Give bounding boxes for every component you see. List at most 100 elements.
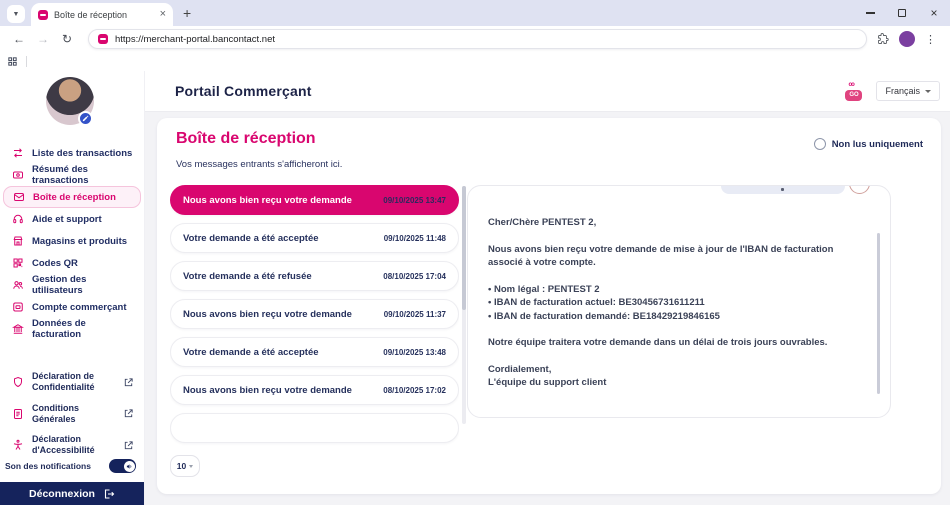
back-icon[interactable]: ←: [8, 32, 30, 46]
list-item[interactable]: Nous avons bien reçu votre demande 09/10…: [170, 299, 459, 329]
edit-avatar-icon[interactable]: [78, 111, 93, 126]
list-item[interactable]: Votre demande a été acceptée 09/10/2025 …: [170, 223, 459, 253]
sidebar-item-label: Aide et support: [32, 214, 102, 225]
users-icon: [12, 279, 24, 291]
message-title: Votre demande a été refusée: [183, 271, 312, 282]
sidebar-item-label: Liste des transactions: [32, 148, 132, 159]
sidebar-nav: Liste des transactions Résumé des transa…: [0, 142, 144, 340]
notification-sound-row: Son des notifications: [0, 459, 144, 473]
message-paragraph: Notre équipe traitera votre demande dans…: [488, 336, 856, 350]
list-item-partial[interactable]: [170, 413, 459, 443]
detail-action-pill[interactable]: [721, 185, 845, 194]
privacy-declaration-link[interactable]: Déclaration de Confidentialité: [0, 371, 144, 394]
browser-chrome: ▼ Boîte de réception × + × ← → ↻ https:/…: [0, 0, 950, 71]
close-button[interactable]: ×: [918, 0, 950, 26]
sidebar-item-label: Gestion des utilisateurs: [32, 274, 136, 296]
sidebar-footer: Déclaration de Confidentialité Condition…: [0, 371, 144, 466]
chevron-down-icon: [189, 465, 193, 468]
radio-icon[interactable]: [814, 138, 826, 150]
message-date: 08/10/2025 17:04: [383, 272, 446, 281]
bank-icon: [12, 323, 24, 335]
banknote-icon: [12, 169, 24, 181]
minimize-button[interactable]: [854, 0, 886, 26]
extensions-icon[interactable]: [877, 33, 889, 45]
site-favicon: [98, 34, 108, 44]
sidebar-item-label: Résumé des transactions: [32, 164, 136, 186]
message-date: 09/10/2025 11:37: [384, 310, 446, 319]
reload-icon[interactable]: ↻: [56, 32, 78, 46]
tab-strip: ▼ Boîte de réception × + ×: [0, 0, 950, 26]
chevron-down-icon: [925, 90, 931, 93]
browser-toolbar: ← → ↻ https://merchant-portal.bancontact…: [0, 26, 950, 52]
terms-conditions-link[interactable]: Conditions Générales: [0, 403, 144, 426]
tab-title: Boîte de réception: [54, 10, 154, 20]
list-item[interactable]: Nous avons bien reçu votre demande 08/10…: [170, 375, 459, 405]
qr-code-icon: [12, 257, 24, 269]
inbox-title: Boîte de réception: [176, 130, 316, 148]
message-bullet: • IBAN de facturation actuel: BE30456731…: [488, 296, 856, 310]
browser-profile-avatar[interactable]: [899, 31, 915, 47]
message-date: 08/10/2025 17:02: [383, 386, 446, 395]
sidebar-item-transactions-summary[interactable]: Résumé des transactions: [0, 164, 144, 186]
sidebar: Liste des transactions Résumé des transa…: [0, 71, 145, 505]
logout-button[interactable]: Déconnexion: [0, 482, 144, 505]
restore-button[interactable]: [886, 0, 918, 26]
content-area: Boîte de réception Vos messages entrants…: [145, 112, 950, 505]
sidebar-item-label: Compte commerçant: [32, 302, 127, 313]
bookmarks-bar: [0, 52, 950, 71]
store-icon: [12, 235, 24, 247]
list-item[interactable]: Votre demande a été acceptée 09/10/2025 …: [170, 337, 459, 367]
sidebar-item-label: Boîte de réception: [33, 192, 116, 203]
browser-menu-icon[interactable]: ⋮: [925, 33, 936, 46]
message-closing: L'équipe du support client: [488, 376, 856, 390]
list-scrollbar[interactable]: [462, 186, 466, 424]
tab-search-button[interactable]: ▼: [7, 5, 25, 23]
message-closing: Cordialement,: [488, 363, 856, 377]
shield-icon: [12, 376, 24, 388]
detail-scrollbar[interactable]: [877, 233, 880, 394]
speaker-icon: [124, 461, 135, 472]
accessibility-declaration-link[interactable]: Déclaration d'Accessibilité: [0, 434, 144, 457]
swap-arrows-icon: [12, 147, 24, 159]
detail-action-circle[interactable]: [849, 185, 870, 194]
sidebar-item-billing-data[interactable]: Données de facturation: [0, 318, 144, 340]
footer-link-label: Déclaration de Confidentialité: [32, 371, 115, 394]
document-icon: [12, 408, 24, 420]
page-size-selector[interactable]: 10: [170, 455, 200, 477]
sidebar-item-stores-products[interactable]: Magasins et produits: [0, 230, 144, 252]
footer-link-label: Conditions Générales: [32, 403, 115, 426]
message-title: Nous avons bien reçu votre demande: [183, 195, 352, 206]
sidebar-item-transactions-list[interactable]: Liste des transactions: [0, 142, 144, 164]
logout-icon: [103, 488, 115, 500]
sidebar-item-inbox[interactable]: Boîte de réception: [3, 186, 141, 208]
unread-only-label: Non lus uniquement: [832, 139, 923, 150]
tab-close-icon[interactable]: ×: [160, 9, 166, 20]
language-selector[interactable]: Français: [876, 81, 940, 101]
notification-sound-toggle[interactable]: [109, 459, 136, 473]
sidebar-item-label: Codes QR: [32, 258, 78, 269]
sidebar-item-qr-codes[interactable]: Codes QR: [0, 252, 144, 274]
footer-link-label: Déclaration d'Accessibilité: [32, 434, 115, 457]
message-bullet: • IBAN de facturation demandé: BE1842921…: [488, 310, 856, 324]
browser-tab[interactable]: Boîte de réception ×: [31, 3, 173, 26]
forward-icon[interactable]: →: [32, 32, 54, 46]
external-link-icon: [123, 440, 134, 451]
message-detail-pane: Cher/Chère PENTEST 2, Nous avons bien re…: [467, 185, 891, 418]
sidebar-item-merchant-account[interactable]: Compte commerçant: [0, 296, 144, 318]
message-title: Votre demande a été acceptée: [183, 233, 319, 244]
window-controls: ×: [854, 0, 950, 26]
address-bar[interactable]: https://merchant-portal.bancontact.net: [88, 29, 867, 49]
list-scrollbar-thumb[interactable]: [462, 186, 466, 310]
sidebar-item-help-support[interactable]: Aide et support: [0, 208, 144, 230]
accessibility-icon: [12, 439, 24, 451]
logout-label: Déconnexion: [29, 488, 95, 500]
page-size-value: 10: [177, 461, 186, 471]
sidebar-item-user-management[interactable]: Gestion des utilisateurs: [0, 274, 144, 296]
apps-grid-icon[interactable]: [7, 56, 18, 67]
unread-only-filter[interactable]: Non lus uniquement: [814, 138, 923, 150]
list-item[interactable]: Votre demande a été refusée 08/10/2025 1…: [170, 261, 459, 291]
new-tab-button[interactable]: +: [183, 5, 191, 21]
list-item[interactable]: Nous avons bien reçu votre demande 09/10…: [170, 185, 459, 215]
header-right: oo GO Français: [844, 81, 940, 101]
bancontact-logo: oo GO: [844, 82, 864, 101]
